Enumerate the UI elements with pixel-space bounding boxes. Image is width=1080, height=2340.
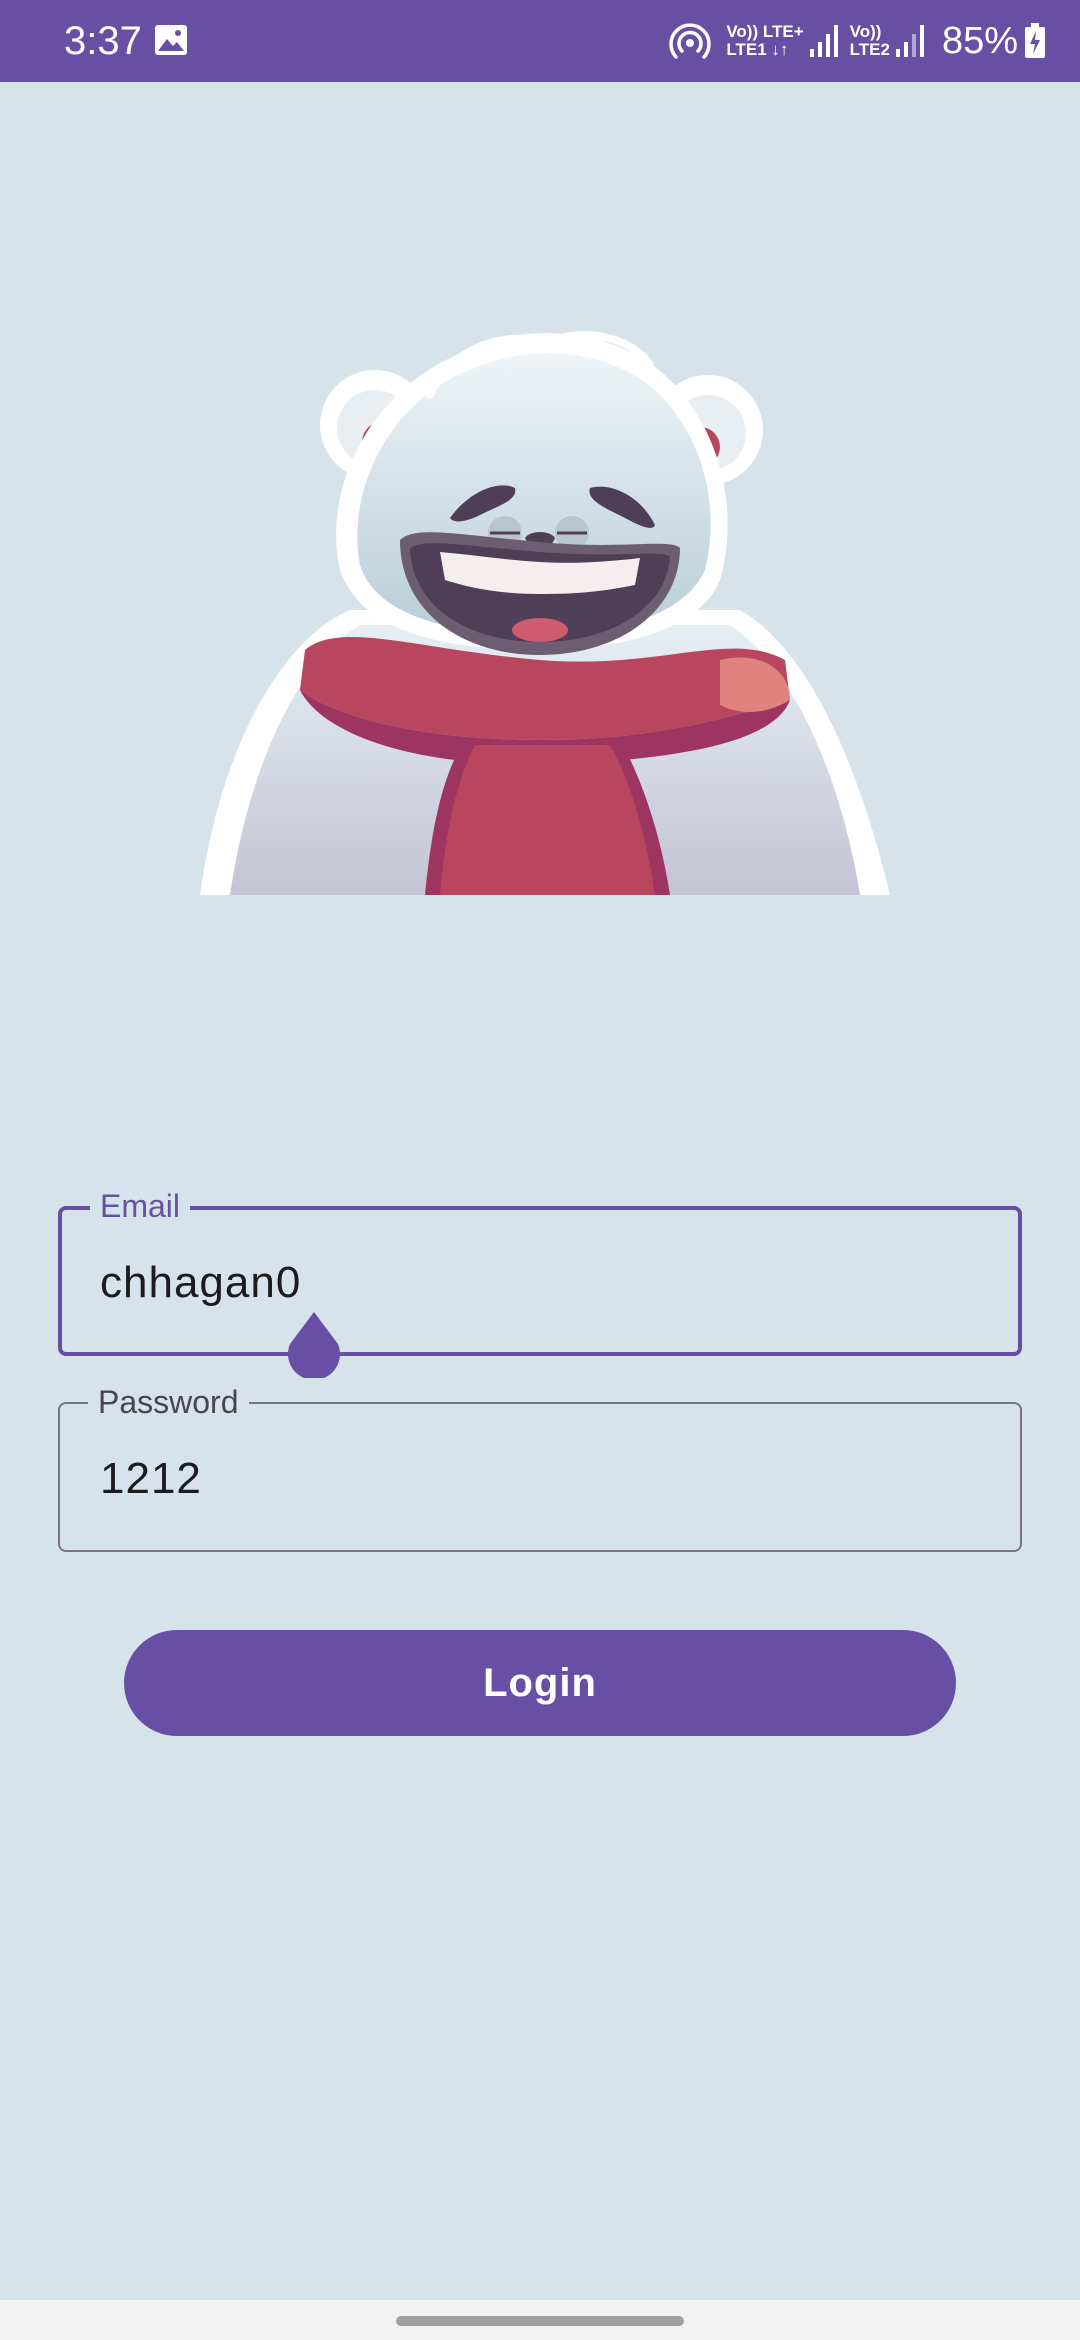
password-input-value[interactable]: 1212 xyxy=(100,1452,202,1506)
battery-charging-icon xyxy=(1025,23,1045,58)
battery-percent: 85% xyxy=(941,20,1018,62)
sim2-top-label: Vo)) xyxy=(849,22,882,41)
sim1-bottom-label: LTE1 ↓↑ xyxy=(726,40,789,59)
text-cursor-handle[interactable] xyxy=(286,1310,342,1378)
gallery-icon xyxy=(155,25,187,55)
login-button[interactable]: Login xyxy=(124,1630,956,1736)
sim2-network: Vo)) LTE2 xyxy=(850,23,890,59)
status-bar: 3:37 Vo)) LTE+ LTE1 ↓↑ Vo)) LTE2 85% xyxy=(0,0,1080,82)
status-icons: Vo)) LTE+ LTE1 ↓↑ Vo)) LTE2 85% xyxy=(668,16,1046,66)
sim1-network: Vo)) LTE+ LTE1 ↓↑ xyxy=(726,23,803,59)
hotspot-icon xyxy=(669,23,712,59)
email-field[interactable]: Email chhagan0 xyxy=(58,1186,1022,1356)
signal-icon xyxy=(895,25,924,57)
sim1-top-label: Vo)) LTE+ xyxy=(726,22,804,41)
gesture-handle[interactable] xyxy=(396,2316,684,2326)
password-label: Password xyxy=(88,1382,249,1422)
email-input-value[interactable]: chhagan0 xyxy=(100,1256,301,1310)
polar-bear-mascot-image xyxy=(200,331,890,895)
navigation-bar xyxy=(0,2300,1080,2340)
password-field[interactable]: Password 1212 xyxy=(58,1382,1022,1552)
status-time: 3:37 xyxy=(64,19,142,63)
signal-icon xyxy=(809,25,838,57)
email-label: Email xyxy=(90,1186,191,1226)
sim2-bottom-label: LTE2 xyxy=(849,40,890,59)
